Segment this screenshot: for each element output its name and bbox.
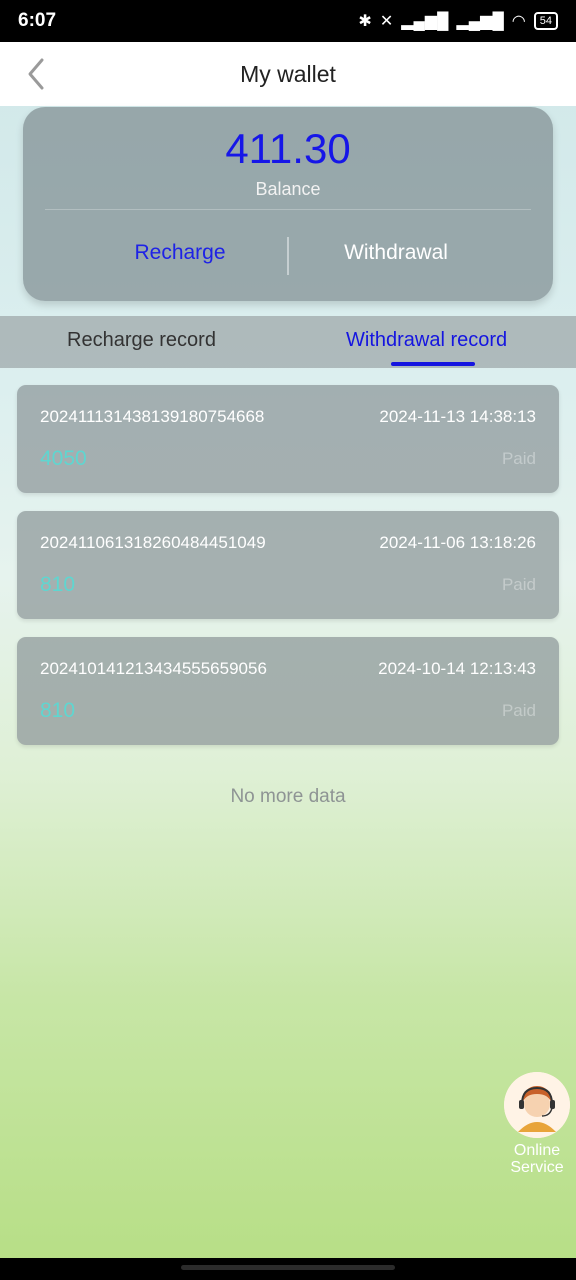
record-tabs: Recharge record Withdrawal record [0, 316, 576, 368]
balance-amount: 411.30 [225, 125, 351, 172]
order-number: 20241113143813918075466​8 [40, 407, 265, 426]
customer-service-avatar-icon [504, 1072, 570, 1138]
status-icons: ✱ ✕ ▂▄▆█ ▂▄▆█ ◠ 54 [358, 11, 558, 31]
tab-withdrawal-record[interactable]: Withdrawal record [346, 329, 507, 352]
record-amount: 4050 [40, 447, 87, 470]
record-status: Paid [501, 701, 536, 720]
online-service-label-line1: Online [513, 1142, 561, 1159]
signal-icon-2: ▂▄▆█ [456, 13, 504, 30]
recharge-button[interactable]: Recharge [80, 241, 280, 265]
tab-recharge-record[interactable]: Recharge record [67, 329, 216, 352]
balance-label: Balance [255, 179, 321, 199]
divider [287, 237, 289, 275]
mute-icon: ✕ [379, 13, 394, 30]
signal-icon: ▂▄▆█ [401, 13, 449, 30]
home-indicator[interactable] [181, 1265, 395, 1270]
wifi-icon: ◠ [511, 13, 526, 30]
order-number: 202410141213434555659056 [40, 659, 267, 678]
page-title: My wallet [240, 60, 336, 87]
status-bar: 6:07 ✱ ✕ ▂▄▆█ ▂▄▆█ ◠ 54 [0, 0, 576, 42]
page-header: My wallet [0, 42, 576, 106]
list-item[interactable]: 20241113143813918075466​8 2024-11-13 14:… [17, 385, 559, 493]
record-amount: 810 [40, 573, 76, 596]
active-tab-indicator [391, 362, 475, 366]
status-time: 6:07 [18, 10, 57, 31]
chevron-left-icon [28, 58, 44, 90]
list-item[interactable]: 202410141213434555659056 2024-10-14 12:1… [17, 637, 559, 745]
record-amount: 810 [40, 699, 76, 722]
balance-card: 411.30 Balance Recharge Withdrawal [23, 107, 553, 301]
online-service-button[interactable]: Online Service [502, 1072, 572, 1176]
divider [45, 209, 531, 210]
list-item[interactable]: 202411061318260484451049 2024-11-06 13:1… [17, 511, 559, 619]
record-datetime: 2024-10-14 12:13:43 [378, 659, 536, 678]
record-status: Paid [501, 449, 536, 468]
record-datetime: 2024-11-06 13:18:26 [379, 533, 536, 552]
order-number: 202411061318260484451049 [40, 533, 266, 552]
back-button[interactable] [18, 54, 54, 94]
record-status: Paid [501, 575, 536, 594]
online-service-label-line2: Service [510, 1159, 564, 1176]
record-datetime: 2024-11-13 14:38:13 [379, 407, 536, 426]
battery-icon: 54 [533, 12, 558, 30]
bluetooth-icon: ✱ [358, 13, 372, 30]
no-more-data-text: No more data [230, 786, 346, 807]
withdrawal-button[interactable]: Withdrawal [296, 241, 496, 265]
